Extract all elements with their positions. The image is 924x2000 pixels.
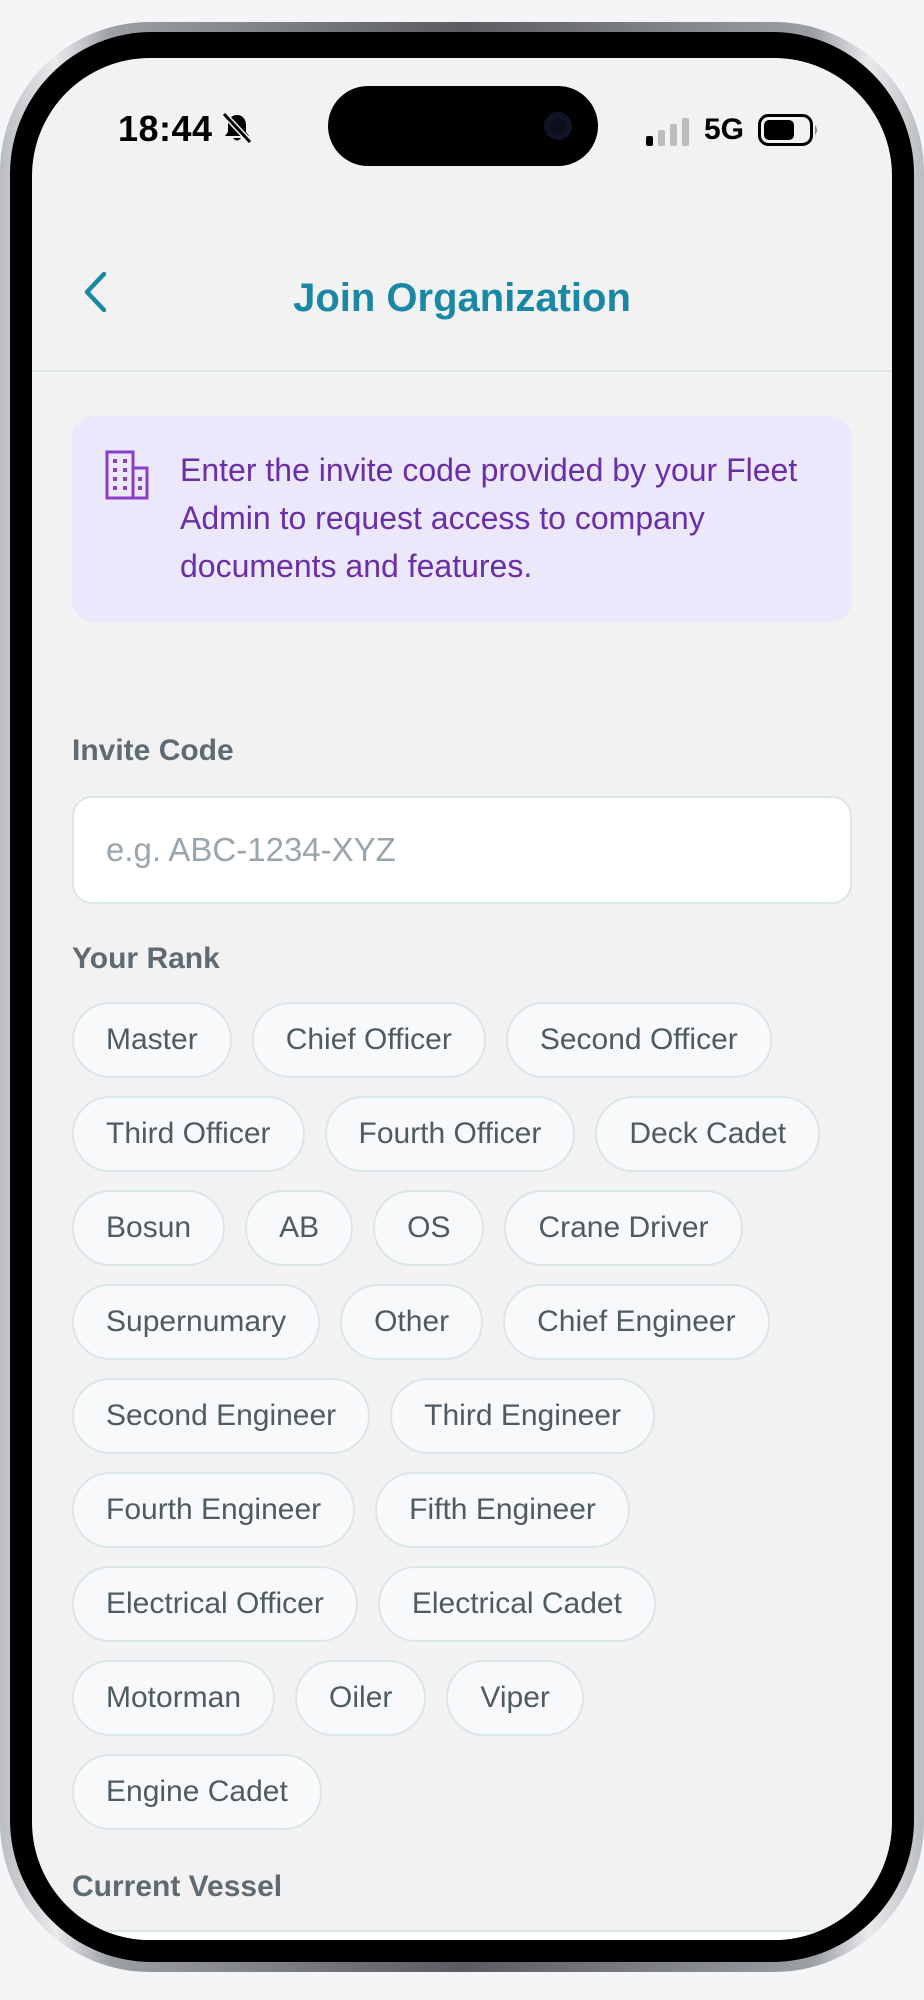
- rank-chip[interactable]: Viper: [446, 1660, 584, 1736]
- rank-chip[interactable]: Third Officer: [72, 1096, 305, 1172]
- rank-chip[interactable]: Engine Cadet: [72, 1754, 322, 1830]
- info-banner: Enter the invite code provided by your F…: [72, 416, 852, 622]
- battery-icon: [758, 114, 817, 146]
- rank-chip[interactable]: Motorman: [72, 1660, 276, 1736]
- building-icon: [105, 450, 149, 500]
- rank-chip[interactable]: AB: [245, 1190, 354, 1266]
- rank-chip[interactable]: Master: [72, 1002, 232, 1078]
- invite-code-input[interactable]: [72, 796, 852, 904]
- app-screen: 18:44 5G Join Organization Enter the inv…: [32, 58, 892, 1940]
- rank-chip[interactable]: Fourth Officer: [324, 1096, 576, 1172]
- invite-code-label: Invite Code: [72, 734, 234, 767]
- rank-chip[interactable]: Second Officer: [505, 1002, 772, 1078]
- rank-label: Your Rank: [72, 942, 220, 975]
- rank-chip[interactable]: Fourth Engineer: [72, 1472, 356, 1548]
- rank-chip[interactable]: Electrical Cadet: [377, 1566, 656, 1642]
- dynamic-island: [328, 86, 598, 166]
- rank-chip[interactable]: Second Engineer: [72, 1378, 371, 1454]
- rank-chip[interactable]: Chief Officer: [251, 1002, 486, 1078]
- status-time: 18:44: [118, 108, 213, 149]
- rank-chip[interactable]: Crane Driver: [504, 1190, 743, 1266]
- rank-chip[interactable]: Electrical Officer: [72, 1566, 358, 1642]
- rank-chip[interactable]: Bosun: [72, 1190, 226, 1266]
- current-vessel-input[interactable]: [72, 1930, 852, 1940]
- rank-chip[interactable]: Fifth Engineer: [375, 1472, 630, 1548]
- rank-chip[interactable]: Deck Cadet: [595, 1096, 821, 1172]
- rank-chip[interactable]: Oiler: [295, 1660, 427, 1736]
- navigation-bar: Join Organization: [32, 208, 892, 372]
- bell-slash-icon: [222, 112, 252, 144]
- network-type: 5G: [704, 113, 745, 146]
- rank-chip[interactable]: Third Engineer: [390, 1378, 655, 1454]
- camera-icon: [544, 112, 572, 140]
- rank-chip[interactable]: Other: [340, 1284, 484, 1360]
- rank-chip-group: Master Chief Officer Second Officer Third O…: [72, 1002, 852, 1830]
- page-title: Join Organization: [293, 276, 631, 320]
- rank-chip[interactable]: Chief Engineer: [503, 1284, 770, 1360]
- rank-chip[interactable]: Supernumary: [72, 1284, 321, 1360]
- current-vessel-label: Current Vessel: [72, 1870, 283, 1903]
- signal-icon: [646, 118, 689, 146]
- info-text: Enter the invite code provided by your F…: [180, 452, 798, 584]
- rank-chip[interactable]: OS: [373, 1190, 485, 1266]
